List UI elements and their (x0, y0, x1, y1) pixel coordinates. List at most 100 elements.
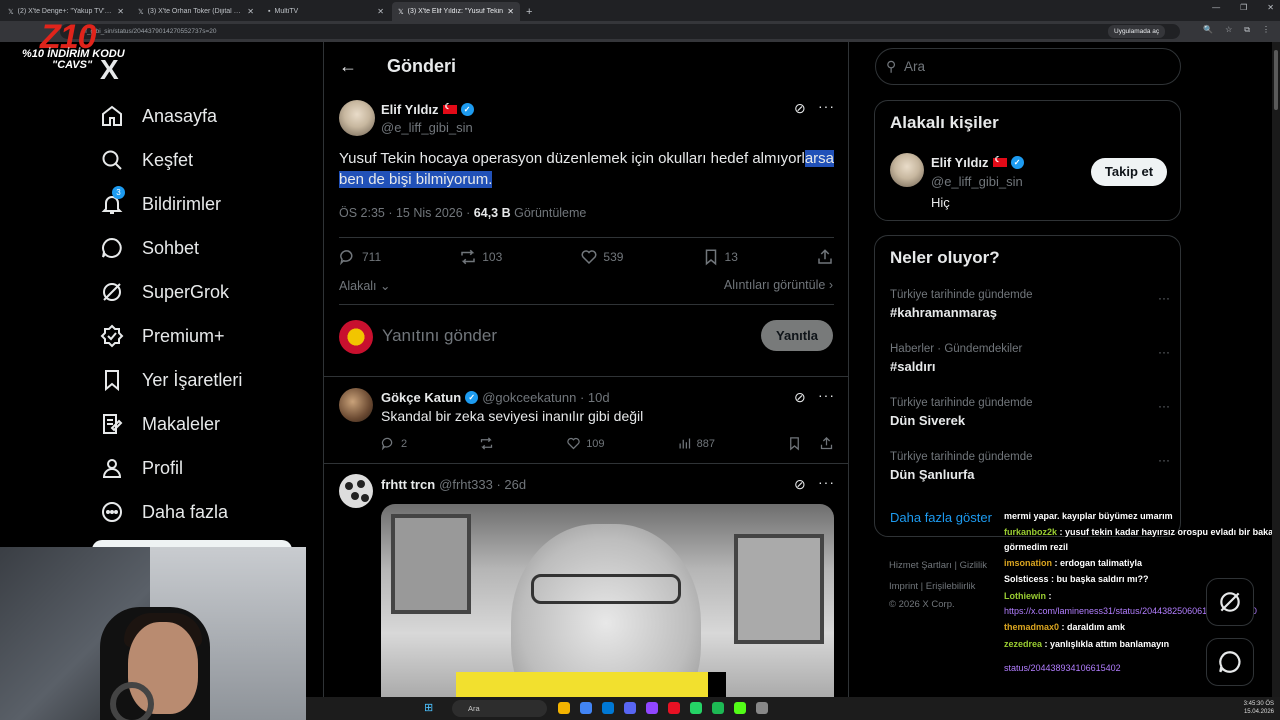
browser-tab-active[interactable]: 𝕏 (3) X'te Elif Yıldız: "Yusuf Tekin ✕ (392, 2, 520, 21)
sidebar-item-more[interactable]: Daha fazla (100, 490, 242, 534)
windows-start-icon[interactable]: ⊞ (424, 701, 433, 714)
reply-author[interactable]: Gökçe Katun ✓ @gokceekatunn · 10d (381, 390, 610, 405)
share-button[interactable] (816, 248, 834, 266)
extensions-icon[interactable]: ⧉ (1244, 25, 1250, 35)
author-name[interactable]: Elif Yıldız ✓ (381, 102, 474, 117)
app-icon[interactable] (756, 702, 768, 714)
tv-favicon-icon: ▪ (268, 8, 271, 15)
share-icon (820, 436, 833, 450)
minimize-icon[interactable]: — (1212, 3, 1220, 12)
author-avatar[interactable] (339, 100, 375, 136)
scrollbar-thumb[interactable] (1274, 50, 1278, 110)
sidebar-item-chat[interactable]: Sohbet (100, 226, 242, 270)
footer-links[interactable]: Imprint | Erişilebilirlik (889, 581, 975, 592)
follow-button[interactable]: Takip et (1091, 158, 1167, 186)
verified-badge-icon: ✓ (465, 391, 479, 404)
windows-taskbar: ⊞ Ara 3:45:30 ÖS 15.04.2026 (306, 697, 1280, 720)
close-tab-icon[interactable]: ✕ (117, 7, 124, 16)
trend-item[interactable]: Türkiye tarihinde gündemde Dün Şanlıurfa… (890, 451, 1170, 482)
bookmark-button[interactable] (787, 436, 834, 451)
sidebar-item-home[interactable]: Anasayfa (100, 94, 242, 138)
zoom-icon[interactable]: 🔍 (1203, 25, 1213, 35)
browser-tab[interactable]: ▪ MultiTV ✕ (262, 2, 390, 21)
footer-links[interactable]: Hizmet Şartları | Gizlilik (889, 560, 987, 571)
close-tab-icon[interactable]: ✕ (377, 7, 384, 16)
grok-fab-button[interactable] (1206, 578, 1254, 626)
sidebar-item-explore[interactable]: Keşfet (100, 138, 242, 182)
new-tab-icon[interactable]: + (520, 6, 538, 21)
back-arrow-icon[interactable]: ← (339, 56, 357, 77)
trend-item[interactable]: Haberler · Gündemdekiler #saldırı ··· (890, 343, 1170, 374)
search-input[interactable]: Ara (904, 59, 925, 74)
grok-icon[interactable]: ⊘ (794, 100, 806, 117)
trend-item[interactable]: Türkiye tarihinde gündemde #kahramanmara… (890, 289, 1170, 320)
menu-icon[interactable]: ⋮ (1262, 25, 1270, 35)
reply-avatar[interactable] (339, 388, 373, 422)
file-explorer-icon[interactable] (558, 702, 570, 714)
sidebar-item-bookmarks[interactable]: Yer İşaretleri (100, 358, 242, 402)
author-handle[interactable]: @e_liff_gibi_sin (381, 120, 473, 135)
reply-media-image[interactable] (381, 504, 834, 720)
like-button[interactable]: 539 (580, 248, 623, 266)
spotify-icon[interactable] (712, 702, 724, 714)
more-options-icon[interactable]: ··· (1158, 291, 1170, 305)
app-icon[interactable] (668, 702, 680, 714)
views-button[interactable]: 887 (677, 436, 715, 451)
show-more-link[interactable]: Daha fazla göster (890, 510, 992, 525)
more-options-icon[interactable]: ··· (818, 474, 835, 490)
reply-button[interactable]: 2 (381, 436, 407, 451)
x-logo[interactable]: X (100, 54, 119, 86)
repost-button[interactable]: 103 (459, 248, 502, 266)
sidebar-item-profile[interactable]: Profil (100, 446, 242, 490)
chrome-icon[interactable] (580, 702, 592, 714)
browser-tab[interactable]: 𝕏 (3) X'te Orhan Toker (Dijital Bab ✕ (132, 2, 260, 21)
more-options-icon[interactable]: ··· (818, 387, 835, 403)
reply-submit-button[interactable]: Yanıtla (761, 320, 833, 351)
person-handle[interactable]: @e_liff_gibi_sin (931, 174, 1023, 189)
taskbar-search[interactable]: Ara (452, 700, 547, 717)
close-tab-icon[interactable]: ✕ (507, 7, 514, 16)
divider (324, 463, 848, 464)
search-box[interactable]: ⚲ Ara (875, 48, 1181, 85)
page-scrollbar[interactable] (1272, 42, 1280, 697)
grok-icon[interactable]: ⊘ (794, 476, 806, 493)
sidebar-item-supergrok[interactable]: SuperGrok (100, 270, 242, 314)
whatsapp-icon[interactable] (690, 702, 702, 714)
more-options-icon[interactable]: ··· (1158, 399, 1170, 413)
close-window-icon[interactable]: ✕ (1267, 3, 1274, 12)
like-button[interactable]: 109 (566, 436, 605, 451)
turkey-flag-icon (992, 155, 1007, 167)
reply-author[interactable]: frhtt trcn @frht333 · 26d (381, 477, 526, 492)
chat-username: imsonation (1004, 557, 1053, 568)
bookmark-icon (790, 437, 799, 451)
system-clock[interactable]: 3:45:30 ÖS 15.04.2026 (1244, 700, 1274, 716)
person-avatar[interactable] (890, 153, 924, 187)
reply-avatar[interactable] (339, 474, 373, 508)
messages-fab-button[interactable] (1206, 638, 1254, 686)
more-options-icon[interactable]: ··· (818, 98, 835, 114)
sidebar-item-premium[interactable]: Premium+ (100, 314, 242, 358)
reply-input[interactable]: Yanıtını gönder (382, 326, 497, 346)
twitch-icon[interactable] (646, 702, 658, 714)
trend-item[interactable]: Türkiye tarihinde gündemde Dün Siverek ·… (890, 397, 1170, 428)
close-tab-icon[interactable]: ✕ (247, 7, 254, 16)
person-name[interactable]: Elif Yıldız ✓ (931, 155, 1024, 170)
sidebar-item-notifications[interactable]: 3 Bildirimler (100, 182, 242, 226)
bookmark-button[interactable]: 13 (702, 248, 738, 266)
more-options-icon[interactable]: ··· (1158, 453, 1170, 467)
grok-icon[interactable]: ⊘ (794, 389, 806, 406)
open-in-app-button[interactable]: Uygulamada aç (1108, 25, 1166, 38)
maximize-icon[interactable]: ❐ (1240, 3, 1247, 12)
related-dropdown[interactable]: Alakalı ⌄ (339, 278, 391, 293)
star-icon[interactable]: ☆ (1225, 25, 1232, 35)
reply-button[interactable]: 711 (339, 248, 381, 266)
repost-button[interactable] (479, 436, 494, 451)
url-field[interactable]: iff_gibi_sin/status/2044379014270552737s… (60, 24, 1180, 39)
more-options-icon[interactable]: ··· (1158, 345, 1170, 359)
edge-icon[interactable] (602, 702, 614, 714)
discord-icon[interactable] (624, 702, 636, 714)
turkey-flag-icon (442, 102, 457, 114)
view-quotes-link[interactable]: Alıntıları görüntüle › (724, 278, 833, 292)
sidebar-item-articles[interactable]: Makaleler (100, 402, 242, 446)
kick-icon[interactable] (734, 702, 746, 714)
